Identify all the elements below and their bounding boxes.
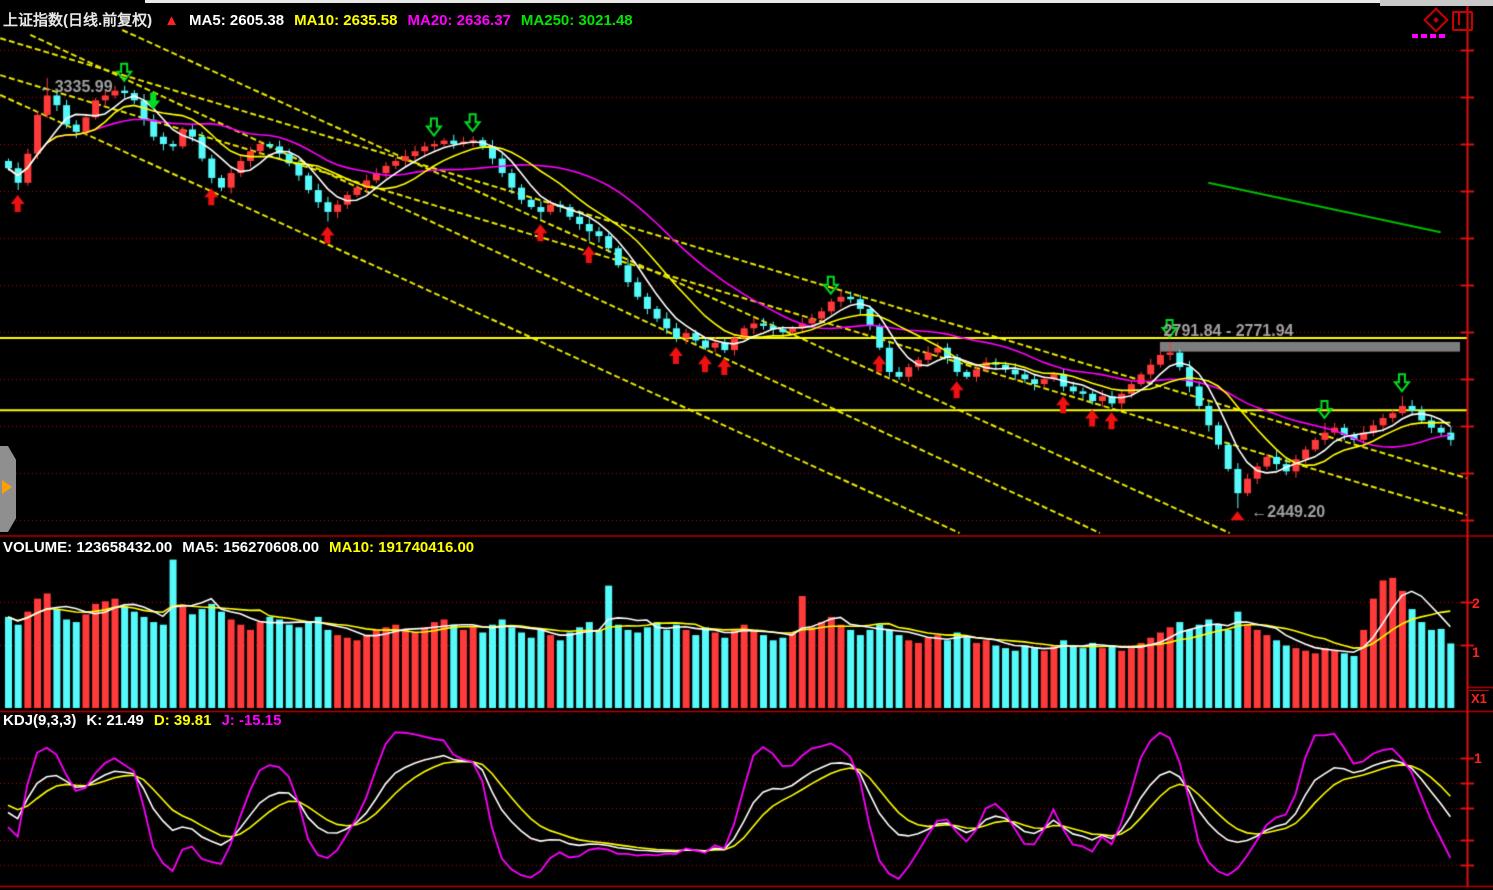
kdj-name: KDJ(9,3,3)	[3, 712, 76, 729]
up-arrow-icon: ▲	[164, 12, 179, 29]
diamond-icon[interactable]	[1423, 7, 1448, 32]
volume-pane-tag: X1	[1469, 690, 1489, 706]
volume-ma5-value: MA5: 156270608.00	[182, 539, 319, 556]
kdj-k-value: K: 21.49	[86, 712, 144, 729]
kdj-d-value: D: 39.81	[154, 712, 212, 729]
kdj-axis-label-top: 1	[1474, 750, 1482, 766]
split-window-icon[interactable]	[1452, 11, 1473, 31]
window-top-edge	[145, 0, 1380, 3]
chart-canvas[interactable]	[0, 0, 1493, 890]
expand-arrow-icon	[2, 480, 12, 494]
ma20-value: MA20: 2636.37	[408, 12, 511, 29]
ma10-value: MA10: 2635.58	[294, 12, 397, 29]
trading-terminal: 上证指数(日线.前复权) ▲ MA5: 2605.38 MA10: 2635.58 MA…	[0, 0, 1493, 890]
volume-axis-label-top: 2	[1472, 595, 1480, 611]
symbol-title: 上证指数(日线.前复权)	[3, 12, 152, 29]
volume-value: VOLUME: 123658432.00	[3, 539, 172, 556]
window-top-corner	[1380, 0, 1493, 6]
main-pane-header: 上证指数(日线.前复权) ▲ MA5: 2605.38 MA10: 2635.58 MA…	[3, 9, 643, 30]
toolbar	[1410, 8, 1470, 42]
volume-pane-header: VOLUME: 123658432.00 MA5: 156270608.00 MA1…	[3, 539, 484, 556]
volume-ma10-value: MA10: 191740416.00	[329, 539, 474, 556]
kdj-j-value: J: -15.15	[221, 712, 281, 729]
panel-expand-handle[interactable]	[0, 446, 16, 532]
magenta-dashed-indicator	[1412, 34, 1446, 38]
kdj-pane-header: KDJ(9,3,3) K: 21.49 D: 39.81 J: -15.15	[3, 712, 292, 729]
ma5-value: MA5: 2605.38	[189, 12, 284, 29]
ma250-value: MA250: 3021.48	[521, 12, 633, 29]
volume-axis-label-mid: 1	[1472, 644, 1480, 660]
